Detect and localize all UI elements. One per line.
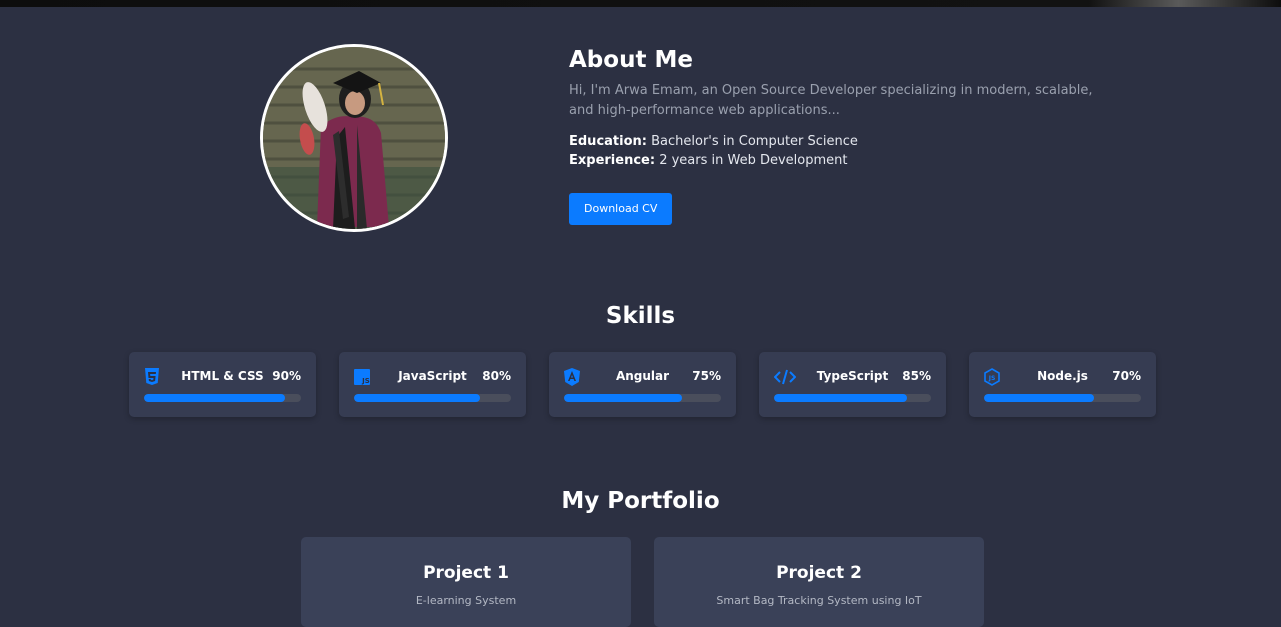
skill-progress-fill [144, 394, 286, 402]
skill-progress-fill [564, 394, 682, 402]
experience-label: Experience: [569, 153, 656, 168]
top-strip [0, 0, 1281, 7]
about-facts: Education: Bachelor's in Computer Scienc… [569, 132, 1109, 170]
education-value: Bachelor's in Computer Science [646, 134, 858, 149]
portfolio-title: My Portfolio [561, 488, 720, 514]
about-title: About Me [569, 47, 693, 73]
skill-card-typescript: TypeScript 85% [759, 352, 946, 417]
profile-photo [260, 44, 448, 232]
skill-progress-track [984, 394, 1141, 402]
education-label: Education: [569, 134, 647, 149]
download-cv-button[interactable]: Download CV [569, 193, 673, 225]
skill-percent: 75% [692, 369, 721, 383]
skill-percent: 80% [482, 369, 511, 383]
skill-percent: 70% [1112, 369, 1141, 383]
skill-progress-fill [354, 394, 480, 402]
skill-percent: 90% [272, 369, 301, 383]
skill-card-javascript: JS JavaScript 80% [339, 352, 526, 417]
skill-card-html-css: HTML & CSS 90% [129, 352, 316, 417]
experience-value: 2 years in Web Development [655, 153, 848, 168]
skill-progress-track [144, 394, 301, 402]
skill-card-angular: Angular 75% [549, 352, 736, 417]
project-title: Project 1 [423, 563, 509, 583]
skills-list: HTML & CSS 90% JS JavaScript 80% Angular… [129, 352, 1169, 418]
education-line: Education: Bachelor's in Computer Scienc… [569, 132, 1109, 151]
skill-progress-track [354, 394, 511, 402]
skill-percent: 85% [902, 369, 931, 383]
project-description: E-learning System [415, 594, 517, 607]
skill-card-nodejs: JS Node.js 70% [969, 352, 1156, 417]
project-description: Smart Bag Tracking System using IoT [716, 594, 922, 607]
project-title: Project 2 [776, 563, 862, 583]
about-intro: Hi, I'm Arwa Emam, an Open Source Develo… [569, 83, 1093, 118]
project-card-2[interactable]: Project 2 Smart Bag Tracking System usin… [654, 537, 984, 627]
project-card-1[interactable]: Project 1 E-learning System [301, 537, 631, 627]
about-content: About Me Hi, I'm Arwa Emam, an Open Sour… [569, 45, 1109, 225]
skill-progress-fill [984, 394, 1094, 402]
skills-title: Skills [605, 303, 676, 329]
skill-progress-track [564, 394, 721, 402]
skill-progress-track [774, 394, 931, 402]
experience-line: Experience: 2 years in Web Development [569, 151, 1109, 170]
skill-progress-fill [774, 394, 908, 402]
about-section: About Me Hi, I'm Arwa Emam, an Open Sour… [0, 7, 1281, 267]
